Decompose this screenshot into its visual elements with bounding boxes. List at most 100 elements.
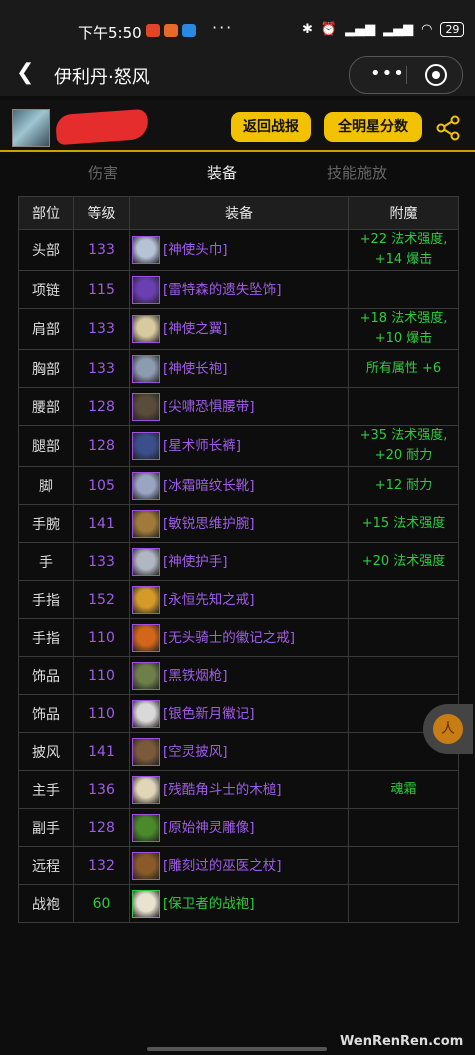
item-cell[interactable]: [敏锐思维护腕] [129, 504, 349, 543]
item-level-cell: 132 [73, 846, 130, 885]
item-name[interactable]: [永恒先知之戒] [163, 592, 255, 608]
close-icon[interactable] [425, 64, 447, 86]
item-cell[interactable]: [神使之翼] [129, 308, 349, 350]
column-header-slot: 部位 [18, 196, 74, 230]
item-cell[interactable]: [无头骑士的徽记之戒] [129, 618, 349, 657]
item-icon [132, 432, 160, 460]
header-divider [0, 150, 475, 152]
item-name[interactable]: [无头骑士的徽记之戒] [163, 630, 295, 646]
item-name[interactable]: [神使之翼] [163, 321, 228, 337]
mini-program-capsule: ••• [349, 56, 463, 94]
item-level-cell: 128 [73, 387, 130, 426]
item-cell[interactable]: [雷特森的遗失坠饰] [129, 270, 349, 309]
item-cell[interactable]: [神使长袍] [129, 349, 349, 388]
table-row[interactable]: 战袍 60 [保卫者的战袍] [18, 884, 459, 923]
item-name[interactable]: [银色新月徽记] [163, 706, 255, 722]
item-name[interactable]: [星术师长裤] [163, 438, 241, 454]
table-row[interactable]: 手 133 [神使护手] +20 法术强度 [18, 542, 459, 581]
item-cell[interactable]: [神使护手] [129, 542, 349, 581]
all-star-score-button[interactable]: 全明星分数 [324, 112, 422, 142]
table-row[interactable]: 手指 110 [无头骑士的徽记之戒] [18, 618, 459, 657]
item-name[interactable]: [神使头巾] [163, 242, 228, 258]
item-icon [132, 392, 160, 421]
enchant-cell: 魂霜 [348, 770, 459, 809]
table-row[interactable]: 远程 132 [雕刻过的巫医之杖] [18, 846, 459, 885]
item-name[interactable]: [雕刻过的巫医之杖] [163, 858, 282, 874]
item-icon [132, 699, 160, 728]
item-cell[interactable]: [空灵披风] [129, 732, 349, 771]
item-cell[interactable]: [银色新月徽记] [129, 694, 349, 733]
table-row[interactable]: 腰部 128 [尖啸恐惧腰带] [18, 387, 459, 426]
tab-damage[interactable]: 伤害 [88, 162, 118, 183]
item-level-cell: 105 [73, 466, 130, 505]
item-level-cell: 141 [73, 732, 130, 771]
item-name[interactable]: [尖啸恐惧腰带] [163, 399, 255, 415]
equipment-table: 部位 等级 装备 附魔 头部 133 [神使头巾] +22 法术强度, +14 爆击 项链… [18, 196, 459, 923]
item-cell[interactable]: [永恒先知之戒] [129, 580, 349, 619]
slot-cell: 肩部 [18, 308, 74, 350]
table-row[interactable]: 手指 152 [永恒先知之戒] [18, 580, 459, 619]
item-name[interactable]: [空灵披风] [163, 744, 228, 760]
table-row[interactable]: 副手 128 [原始神灵雕像] [18, 808, 459, 847]
item-name[interactable]: [神使长袍] [163, 361, 228, 377]
tab-equipment[interactable]: 装备 [207, 162, 237, 183]
enchant-line: +12 耐力 [374, 477, 433, 493]
item-name[interactable]: [残酷角斗士的木槌] [163, 782, 282, 798]
slot-cell: 脚 [18, 466, 74, 505]
item-name[interactable]: [保卫者的战袍] [163, 896, 255, 912]
table-row[interactable]: 脚 105 [冰霜暗纹长靴] +12 耐力 [18, 466, 459, 505]
item-name[interactable]: [黑铁烟枪] [163, 668, 228, 684]
item-cell[interactable]: [保卫者的战袍] [129, 884, 349, 923]
enchant-cell [348, 618, 459, 657]
slot-cell: 胸部 [18, 349, 74, 388]
item-level-cell: 133 [73, 542, 130, 581]
table-row[interactable]: 披风 141 [空灵披风] [18, 732, 459, 771]
item-icon [132, 661, 160, 690]
more-icon[interactable]: ••• [370, 63, 405, 84]
item-cell[interactable]: [尖啸恐惧腰带] [129, 387, 349, 426]
back-arrow-icon[interactable]: ❮ [16, 60, 34, 85]
floating-assist-button[interactable]: ⼈ [423, 704, 473, 754]
item-name[interactable]: [冰霜暗纹长靴] [163, 478, 255, 494]
signal-icon: ▂▄▆ [383, 22, 414, 37]
tab-skill-casts[interactable]: 技能施放 [327, 162, 387, 183]
share-icon[interactable] [434, 114, 462, 142]
item-icon [132, 775, 160, 804]
enchant-cell: +35 法术强度, +20 耐力 [348, 425, 459, 467]
alarm-icon: ⏰ [320, 22, 338, 37]
item-name[interactable]: [原始神灵雕像] [163, 820, 255, 836]
item-cell[interactable]: [雕刻过的巫医之杖] [129, 846, 349, 885]
table-row[interactable]: 饰品 110 [黑铁烟枪] [18, 656, 459, 695]
item-cell[interactable]: [黑铁烟枪] [129, 656, 349, 695]
item-cell[interactable]: [冰霜暗纹长靴] [129, 466, 349, 505]
item-cell[interactable]: [星术师长裤] [129, 425, 349, 467]
table-row[interactable]: 腿部 128 [星术师长裤] +35 法术强度, +20 耐力 [18, 425, 459, 467]
item-name[interactable]: [神使护手] [163, 554, 228, 570]
table-row[interactable]: 胸部 133 [神使长袍] 所有属性 +6 [18, 349, 459, 388]
item-cell[interactable]: [原始神灵雕像] [129, 808, 349, 847]
table-row[interactable]: 头部 133 [神使头巾] +22 法术强度, +14 爆击 [18, 229, 459, 271]
item-level-cell: 133 [73, 349, 130, 388]
item-level-cell: 60 [73, 884, 130, 923]
table-row[interactable]: 饰品 110 [银色新月徽记] [18, 694, 459, 733]
slot-cell: 主手 [18, 770, 74, 809]
enchant-cell [348, 808, 459, 847]
enchant-cell: +18 法术强度, +10 爆击 [348, 308, 459, 350]
item-icon [132, 471, 160, 500]
item-name[interactable]: [敏锐思维护腕] [163, 516, 255, 532]
enchant-line: +20 耐力 [374, 448, 433, 463]
back-to-report-button[interactable]: 返回战报 [231, 112, 311, 142]
table-row[interactable]: 肩部 133 [神使之翼] +18 法术强度, +10 爆击 [18, 308, 459, 350]
table-row[interactable]: 手腕 141 [敏锐思维护腕] +15 法术强度 [18, 504, 459, 543]
item-level-cell: 128 [73, 808, 130, 847]
slot-cell: 披风 [18, 732, 74, 771]
column-header-enchant: 附魔 [348, 196, 459, 230]
table-row[interactable]: 主手 136 [残酷角斗士的木槌] 魂霜 [18, 770, 459, 809]
item-level-cell: 128 [73, 425, 130, 467]
item-name[interactable]: [雷特森的遗失坠饰] [163, 282, 282, 298]
item-icon [132, 236, 160, 264]
item-cell[interactable]: [残酷角斗士的木槌] [129, 770, 349, 809]
item-cell[interactable]: [神使头巾] [129, 229, 349, 271]
table-row[interactable]: 项链 115 [雷特森的遗失坠饰] [18, 270, 459, 309]
item-icon [132, 623, 160, 652]
